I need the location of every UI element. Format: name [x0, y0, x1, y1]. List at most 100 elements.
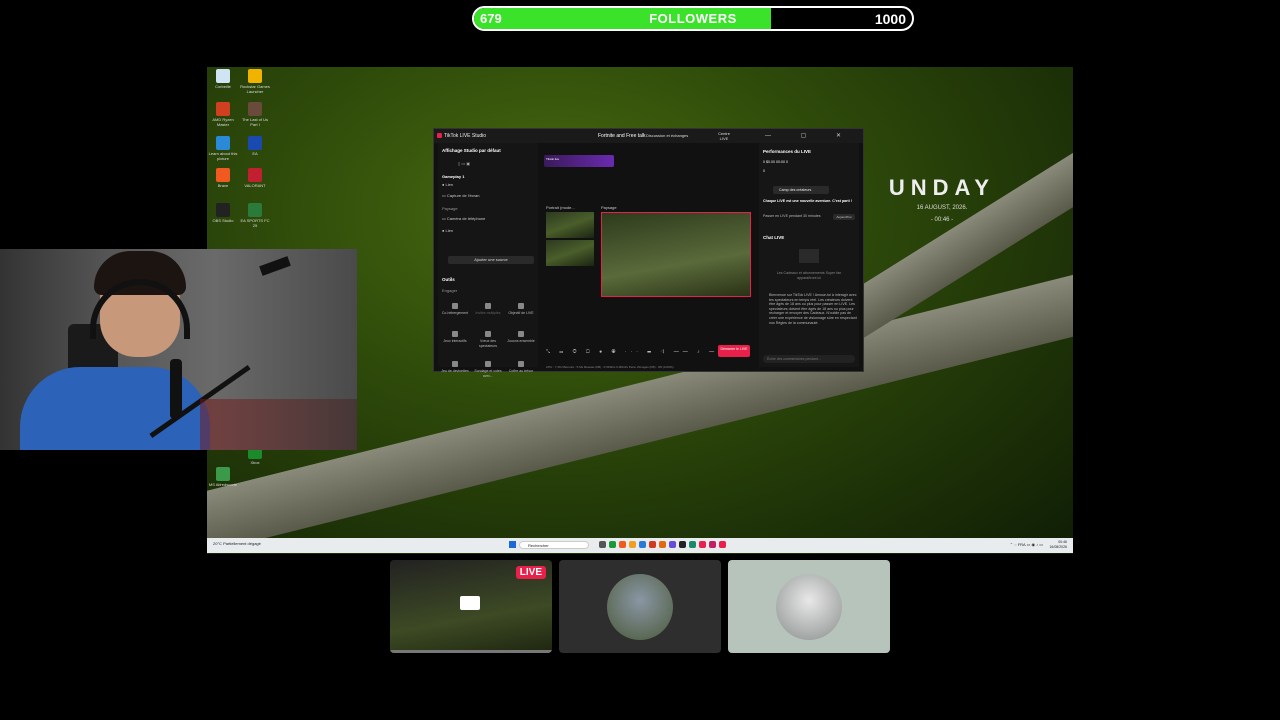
stream-category[interactable]: Discussion et échanges: [646, 133, 688, 138]
gift-icon: [485, 331, 491, 337]
people-icon: [518, 331, 524, 337]
windows-start-icon[interactable]: [509, 541, 516, 548]
engage-label: Engager: [442, 288, 458, 293]
scene-name[interactable]: Gameplay 1: [442, 174, 464, 179]
desktop-icon-ms[interactable]: MS Alfredscorte: [208, 467, 238, 487]
app-icon[interactable]: [649, 541, 656, 548]
performance-stats: 0 $0.00 00:00 0: [763, 160, 788, 164]
section-paysage: Paysage: [442, 206, 458, 211]
desktop-icon-ea[interactable]: EA: [240, 136, 270, 156]
webcam-overlay: [0, 249, 357, 450]
desktop-icon-brave[interactable]: Brave: [208, 168, 238, 188]
desk-light: [200, 399, 357, 450]
landscape-preview[interactable]: [601, 212, 751, 297]
app-icon[interactable]: [669, 541, 676, 548]
guest-avatar: [607, 573, 673, 640]
ea-fc-icon: [248, 203, 262, 217]
task-view-icon[interactable]: [599, 541, 606, 548]
source-item[interactable]: ● Lien: [442, 228, 453, 233]
windows-taskbar: 20°C Partiellement dégagé Rechercher ⌃ ◌…: [207, 538, 1073, 553]
screen-share-thumbnail[interactable]: LIVE: [390, 560, 552, 653]
go-live-button[interactable]: Démarrer le LIVE: [718, 345, 750, 357]
desktop-icon-obs[interactable]: OBS Studio: [208, 203, 238, 223]
window-controls[interactable]: — ▢ ✕: [765, 132, 855, 139]
multi-guest-icon: [485, 303, 491, 309]
desktop-icon-valorant[interactable]: VALORANT: [240, 168, 270, 188]
source-item[interactable]: ▭ Capture de l'écran: [442, 193, 479, 198]
system-status: CPU : 7,3% Mémoire : 5.9G Réseau (KB) : …: [546, 365, 674, 369]
view-selector[interactable]: Affichage Studio par défaut: [442, 148, 501, 153]
system-tray[interactable]: ⌃ ◌ FRA ▭ ◉ ♪ ▭: [1010, 542, 1043, 547]
empty-chat-icon: [799, 249, 819, 263]
stream-title[interactable]: Fortnite and Free talk: [598, 133, 646, 139]
question-icon: [452, 361, 458, 367]
tool-multi-guest[interactable]: Invités multiples: [473, 303, 503, 316]
brave-icon: [216, 168, 230, 182]
window-title: TikTok LIVE Studio: [444, 133, 487, 139]
tiktok-taskbar-icon[interactable]: [699, 541, 706, 548]
performance-title: Performances du LIVE: [763, 149, 812, 154]
add-source-button[interactable]: Ajouter une source: [448, 256, 534, 264]
layout-icons[interactable]: ▯ ▭ ▣: [458, 161, 470, 166]
wall-object: [259, 256, 291, 276]
chest-icon: [518, 361, 524, 367]
clock-day: UNDAY: [888, 175, 996, 200]
desktop-icon-amd[interactable]: AMD Ryzen Master: [208, 102, 238, 127]
scenes-panel: Affichage Studio par défaut ▯ ▭ ▣ Gamepl…: [438, 143, 538, 378]
desktop-icon-last-of-us[interactable]: The Last of Us Part I: [240, 102, 270, 127]
guest-avatar: [776, 573, 842, 640]
app-icon[interactable]: [659, 541, 666, 548]
task-tag: Aujourd'hui: [833, 214, 855, 220]
tiktok-studio-taskbar-icon[interactable]: [719, 541, 726, 548]
guest-thumbnail-1[interactable]: [559, 560, 721, 653]
centre-live-button[interactable]: Centre LIVE: [714, 131, 734, 141]
preview-banner: Tiktok live: [544, 155, 614, 167]
xbox-taskbar-icon[interactable]: [609, 541, 616, 548]
edge-icon[interactable]: [639, 541, 646, 548]
welcome-message: Bienvenue sur TikTok LIVE ! Amuse-toi à …: [769, 293, 857, 325]
poll-icon: [485, 361, 491, 367]
tool-live-goal[interactable]: Objectif de LIVE: [506, 303, 536, 316]
explorer-icon[interactable]: [629, 541, 636, 548]
chat-input[interactable]: Écrire des commentaires pendant...: [763, 355, 855, 363]
microphone: [170, 359, 182, 419]
last-of-us-icon: [248, 102, 262, 116]
desktop-icon-ea-fc[interactable]: EA SPORTS FC 25: [240, 203, 270, 228]
tool-polls[interactable]: Sondage et votes avec...: [473, 361, 503, 378]
amd-icon: [216, 102, 230, 116]
app-icon[interactable]: [709, 541, 716, 548]
valorant-icon: [248, 168, 262, 182]
brave-taskbar-icon[interactable]: [619, 541, 626, 548]
portrait-preview-bottom[interactable]: [546, 240, 594, 266]
preview-controls[interactable]: ⤡ ▭ ◎ ▢ ● ◉ ··· ☰ ◁ ━━ ♪ ━ ●: [546, 349, 730, 355]
tool-viewer-wishes[interactable]: Vœux des spectateurs: [473, 331, 503, 348]
taskbar-search[interactable]: Rechercher: [519, 541, 589, 549]
guest-thumbnail-2[interactable]: [728, 560, 890, 653]
desktop-icon-rockstar[interactable]: Rockstar Games Launcher: [240, 69, 270, 94]
tiktok-live-studio-window: TikTok LIVE Studio Fortnite and Free tal…: [433, 128, 864, 378]
followers-goal-bar: 679 FOLLOWERS 1000: [472, 6, 914, 31]
desktop-icon-learn-picture[interactable]: Learn about this picture: [208, 136, 238, 161]
wallpaper-clock: UNDAY 16 AUGUST, 2026. - 00:46 -: [857, 175, 1027, 223]
tool-cohost[interactable]: Co-hébergement: [440, 303, 470, 316]
source-item[interactable]: ▭ Caméra de téléphone: [442, 216, 485, 221]
tool-play-together[interactable]: Jouons ensemble: [506, 331, 536, 344]
portrait-preview-top[interactable]: [546, 212, 594, 238]
preview-area: Tiktok live Portrait (mode... Paysage ⤡ …: [540, 143, 758, 369]
taskbar-clock[interactable]: 00:46 16/08/2026: [1049, 540, 1067, 550]
creator-camp-button[interactable]: Camp des créateurs: [773, 186, 829, 194]
desktop-icon-recycle-bin[interactable]: Corbeille: [208, 69, 238, 89]
thumbnail-progress: [390, 650, 552, 653]
clock-date: 16 AUGUST, 2026.: [916, 205, 968, 211]
weather-widget[interactable]: 20°C Partiellement dégagé: [213, 541, 261, 546]
tool-treasure-chest[interactable]: Coffre au trésor: [506, 361, 536, 374]
followers-goal: 1000: [874, 11, 906, 27]
window-titlebar: TikTok LIVE Studio Fortnite and Free tal…: [434, 129, 863, 143]
tool-guessing-game[interactable]: Jeu de devinettes: [440, 361, 470, 374]
chat-empty-message: Les Cadeaux et abonnements Super fan app…: [776, 271, 842, 280]
clock-time: - 00:46 -: [930, 217, 954, 223]
source-item[interactable]: ● Lien: [442, 182, 453, 187]
obs-taskbar-icon[interactable]: [679, 541, 686, 548]
app-icon[interactable]: [689, 541, 696, 548]
tool-interactive-games[interactable]: Jeux interactifs: [440, 331, 470, 344]
